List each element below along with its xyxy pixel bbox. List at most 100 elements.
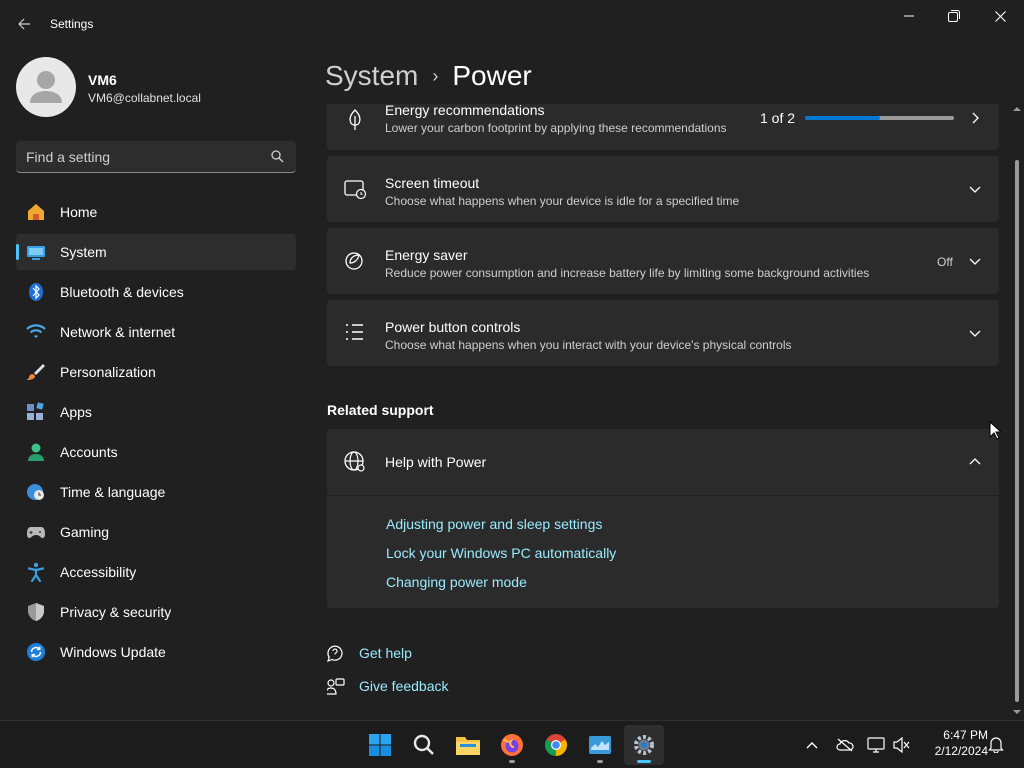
card-description: Reduce power consumption and increase ba… (385, 266, 870, 280)
card-description: Choose what happens when you interact wi… (385, 338, 792, 352)
back-button[interactable] (12, 12, 36, 36)
scrollbar[interactable] (1013, 106, 1021, 716)
page-title: Power (452, 60, 532, 91)
sidebar-item-network[interactable]: Network & internet (16, 314, 296, 350)
sidebar-item-label: Home (60, 204, 98, 220)
sidebar-item-privacy[interactable]: Privacy & security (16, 594, 296, 630)
notifications-button[interactable] (986, 734, 1006, 754)
task-manager-button[interactable] (580, 725, 620, 765)
sidebar-item-apps[interactable]: Apps (16, 394, 296, 430)
help-with-power-header[interactable]: Help with Power (327, 429, 999, 495)
user-email: VM6@collabnet.local (88, 91, 201, 105)
start-icon (369, 734, 391, 756)
globe-icon (344, 451, 365, 472)
scroll-down-icon[interactable] (1013, 709, 1021, 715)
selection-indicator (16, 244, 19, 260)
sidebar-item-personalization[interactable]: Personalization (16, 354, 296, 390)
progress-track (805, 116, 954, 120)
scrollbar-thumb[interactable] (1015, 160, 1019, 702)
file-explorer-icon (456, 737, 480, 755)
help-link[interactable]: Changing power mode (386, 574, 527, 590)
taskbar (0, 720, 1024, 768)
card-title: Screen timeout (385, 175, 480, 191)
power-button-controls-card[interactable]: Power button controls Choose what happen… (327, 300, 999, 366)
chevron-up-icon (806, 742, 818, 749)
sidebar-item-time-language[interactable]: Time & language (16, 474, 296, 510)
firefox-button[interactable] (492, 725, 532, 765)
energy-recommendations-card[interactable]: Energy recommendations Lower your carbon… (327, 104, 999, 150)
sidebar-item-system[interactable]: System (16, 234, 296, 270)
sidebar-item-label: Network & internet (60, 324, 176, 340)
help-links-panel: Adjusting power and sleep settings Lock … (327, 496, 999, 608)
mouse-cursor-icon (989, 421, 1001, 440)
onedrive-tray-button[interactable] (835, 735, 855, 755)
card-title: Energy saver (385, 247, 468, 263)
close-button[interactable] (978, 4, 1022, 28)
card-title: Energy recommendations (385, 104, 545, 118)
sidebar-item-accessibility[interactable]: Accessibility (16, 554, 296, 590)
get-help-link[interactable]: Get help (359, 645, 412, 661)
chevron-up-icon[interactable] (967, 454, 983, 470)
status-text: Off (937, 255, 953, 269)
app-title: Settings (50, 17, 94, 31)
avatar[interactable] (16, 57, 76, 117)
sidebar-item-label: Windows Update (60, 644, 166, 660)
firefox-icon (501, 734, 523, 756)
user-silhouette-icon (30, 71, 62, 103)
task-manager-icon (589, 736, 611, 754)
wifi-icon (26, 324, 46, 338)
leaf-icon (349, 109, 361, 130)
search-icon[interactable] (271, 150, 284, 163)
restore-icon (948, 10, 960, 22)
gamepad-icon (27, 527, 45, 538)
settings-taskbar-button[interactable] (624, 725, 664, 765)
help-link[interactable]: Lock your Windows PC automatically (386, 545, 616, 561)
file-explorer-button[interactable] (448, 725, 488, 765)
search-input[interactable] (26, 141, 266, 172)
system-icon (27, 246, 45, 260)
feedback-icon (327, 678, 345, 695)
chevron-down-icon[interactable] (967, 325, 983, 341)
sidebar-item-bluetooth[interactable]: Bluetooth & devices (16, 274, 296, 310)
taskbar-search-button[interactable] (404, 725, 444, 765)
network-tray-button[interactable] (866, 735, 886, 755)
sidebar-nav: Home System Bluetooth & devices Network … (16, 194, 296, 674)
progress-fill (805, 116, 880, 120)
screen-timeout-card[interactable]: Screen timeout Choose what happens when … (327, 156, 999, 222)
sidebar-item-accounts[interactable]: Accounts (16, 434, 296, 470)
search-box[interactable] (16, 141, 296, 173)
sidebar-item-label: Accessibility (60, 564, 137, 580)
maximize-button[interactable] (932, 4, 976, 28)
chevron-down-icon[interactable] (967, 253, 983, 269)
help-link[interactable]: Adjusting power and sleep settings (386, 516, 602, 532)
give-feedback-link[interactable]: Give feedback (359, 678, 449, 694)
list-settings-icon (346, 324, 363, 340)
show-hidden-icons-button[interactable] (802, 735, 822, 755)
volume-tray-button[interactable] (892, 735, 912, 755)
chevron-down-icon[interactable] (967, 181, 983, 197)
card-title: Power button controls (385, 319, 521, 335)
sidebar-item-label: Bluetooth & devices (60, 284, 184, 300)
sidebar-item-home[interactable]: Home (16, 194, 296, 230)
start-button[interactable] (360, 725, 400, 765)
energy-saver-card[interactable]: Energy saver Reduce power consumption an… (327, 228, 999, 294)
breadcrumb: System › Power (325, 58, 532, 94)
main-content: Energy recommendations Lower your carbon… (327, 104, 999, 716)
section-heading: Related support (327, 402, 434, 418)
breadcrumb-parent[interactable]: System (325, 60, 418, 92)
sidebar-item-gaming[interactable]: Gaming (16, 514, 296, 550)
user-name: VM6 (88, 72, 117, 88)
scroll-up-icon[interactable] (1013, 106, 1021, 112)
taskbar-clock[interactable]: 6:47 PM 2/12/2024 (916, 727, 988, 759)
apps-icon (27, 402, 44, 420)
card-description: Choose what happens when your device is … (385, 194, 740, 208)
minimize-button[interactable] (887, 4, 931, 28)
clock-time: 6:47 PM (943, 728, 988, 742)
chrome-button[interactable] (536, 725, 576, 765)
progress-text: 1 of 2 (760, 110, 796, 126)
running-indicator (509, 760, 515, 763)
running-indicator (597, 760, 603, 763)
onedrive-offline-icon (836, 738, 854, 752)
sidebar-item-windows-update[interactable]: Windows Update (16, 634, 296, 670)
bluetooth-icon (29, 283, 43, 301)
